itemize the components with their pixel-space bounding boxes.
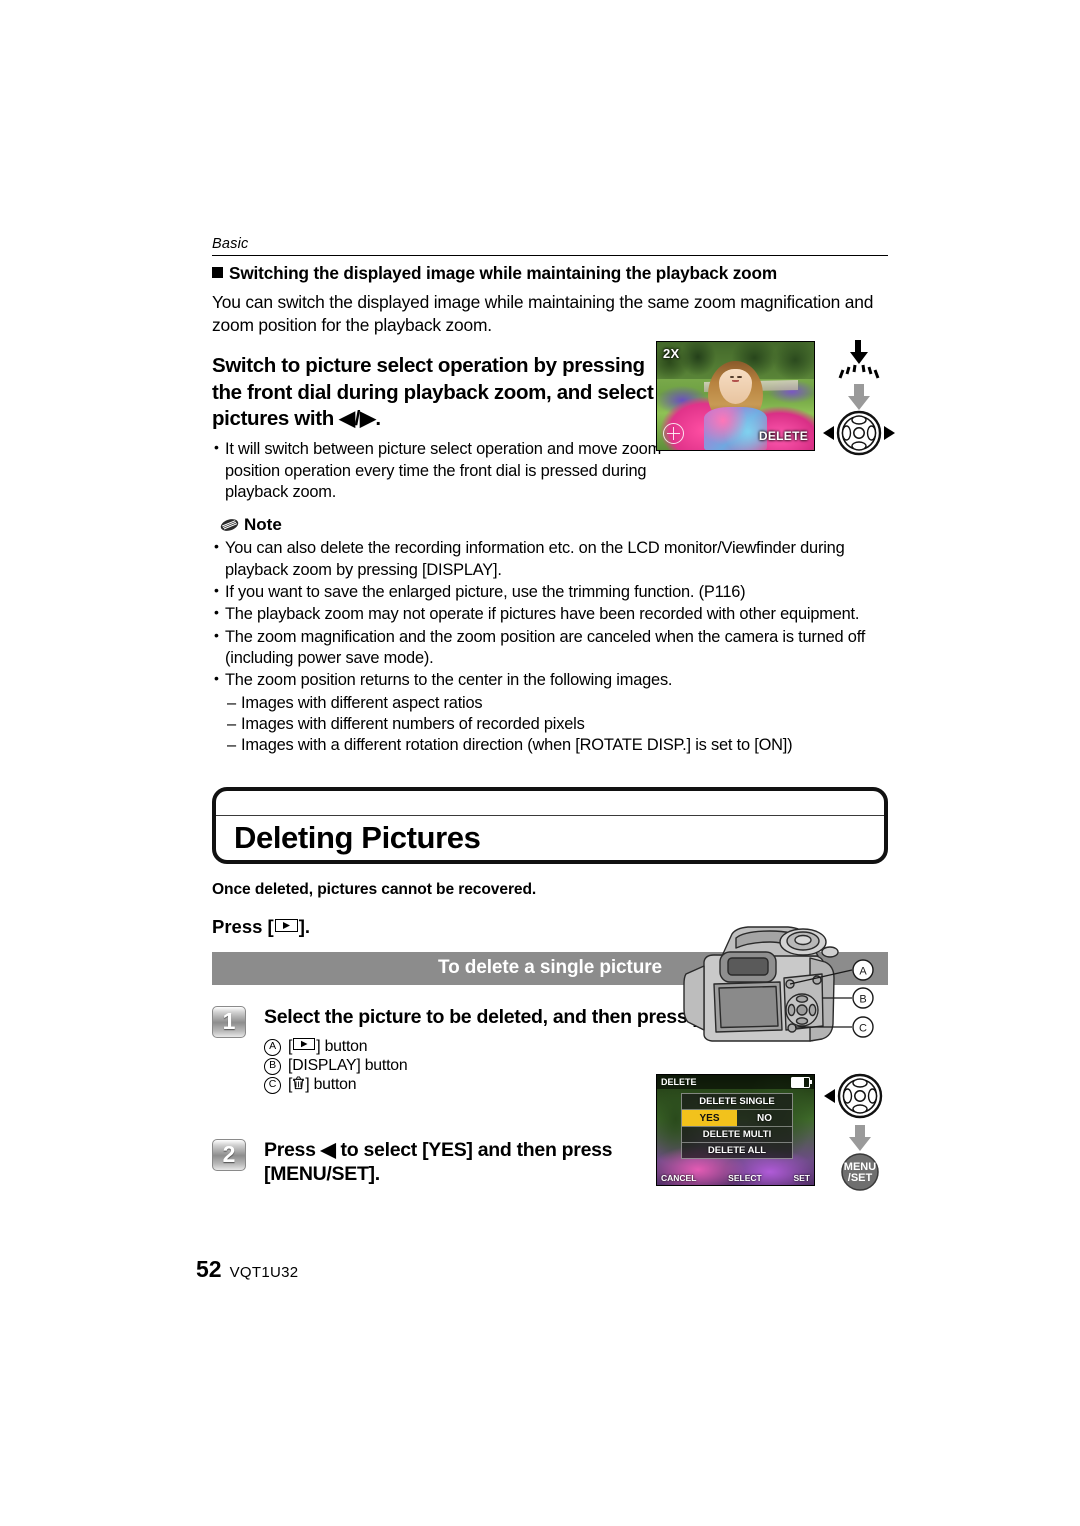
no-option[interactable]: NO	[737, 1110, 792, 1126]
sub-list-item: Images with different aspect ratios	[212, 693, 888, 715]
instruction-bullets: It will switch between picture select op…	[212, 438, 664, 503]
menu-item-delete-all[interactable]: DELETE ALL	[682, 1143, 792, 1158]
step-number: 1	[212, 1005, 246, 1038]
left-triangle-icon	[824, 1089, 835, 1103]
yes-option[interactable]: YES	[682, 1110, 737, 1126]
camera-illustration: A B C	[662, 922, 890, 1050]
step-1-text-a: Select the picture to be deleted, and th…	[264, 1005, 699, 1028]
list-item: If you want to save the enlarged picture…	[212, 581, 888, 603]
step-2-text: Press ◀ to select [YES] and then press […	[264, 1138, 613, 1186]
list-item: The zoom magnification and the zoom posi…	[212, 626, 888, 670]
press-arrow	[850, 340, 868, 364]
cursor-pad-overlay-icon	[663, 423, 684, 444]
warning-text: Once deleted, pictures cannot be recover…	[212, 880, 537, 898]
down-arrow-gray	[848, 384, 870, 410]
callout-label-pre: [	[288, 1037, 293, 1055]
callout-label: [] button	[288, 1075, 357, 1095]
callout-markers: A B C	[852, 959, 874, 1038]
callout-label-post: ] button	[305, 1076, 357, 1094]
svg-text:C: C	[859, 1023, 867, 1035]
callout-marker: A	[264, 1038, 281, 1056]
list-item: You can also delete the recording inform…	[212, 537, 888, 581]
document-code: VQT1U32	[229, 1264, 299, 1281]
sub-list-item: Images with a different rotation directi…	[212, 735, 888, 757]
left-triangle-icon	[823, 426, 834, 440]
title-box-divider	[216, 814, 884, 816]
list-item: The zoom position returns to the center …	[212, 669, 888, 691]
chapter-title-box: Deleting Pictures	[212, 786, 888, 864]
note-list: You can also delete the recording inform…	[212, 537, 888, 757]
svg-text:A: A	[859, 966, 867, 978]
right-triangle-icon	[884, 426, 895, 440]
list-item: The playback zoom may not operate if pic…	[212, 603, 888, 625]
delete-menu-screenshot: DELETE DELETE SINGLE YES NO DELETE MULTI…	[656, 1074, 815, 1186]
callout-label: [DISPLAY] button	[288, 1057, 408, 1075]
menu-set-button: MENU /SET	[841, 1153, 879, 1191]
cursor-pad	[836, 410, 882, 456]
press-suffix: ].	[298, 915, 311, 937]
note-label: Note	[244, 515, 282, 535]
eye-right	[737, 376, 742, 379]
press-prefix: Press [	[212, 915, 274, 937]
trash-icon	[292, 1076, 305, 1094]
section-heading-text: Switching the displayed image while main…	[229, 263, 777, 283]
svg-text:/SET: /SET	[848, 1172, 873, 1184]
battery-icon	[791, 1076, 812, 1088]
callout-label-post: ] button	[316, 1037, 368, 1055]
lcd-bottom-bar: CANCEL SELECT SET	[657, 1171, 814, 1185]
playback-zoom-photo: 2X DELETE	[656, 341, 815, 451]
zoom-magnification-label: 2X	[663, 346, 680, 361]
set-hint: SET	[793, 1173, 810, 1183]
page-footer: 52 VQT1U32	[196, 1256, 298, 1283]
running-head: Basic	[212, 236, 249, 252]
delete-menu-panel: DELETE SINGLE YES NO DELETE MULTI DELETE…	[681, 1093, 793, 1159]
playback-icon	[293, 1037, 316, 1050]
svg-text:B: B	[859, 994, 866, 1006]
section-heading: Switching the displayed image while main…	[212, 263, 888, 285]
lcd-top-bar: DELETE	[657, 1075, 814, 1089]
mouth	[732, 380, 740, 382]
instruction-heading: Switch to picture select operation by pr…	[212, 353, 654, 431]
select-hint: SELECT	[728, 1173, 762, 1183]
manual-page: Basic Switching the displayed image whil…	[0, 0, 1080, 1526]
list-item: It will switch between picture select op…	[212, 438, 664, 503]
menu-set-icon-group: MENU /SET	[818, 1070, 898, 1192]
sub-list-item: Images with different numbers of recorde…	[212, 714, 888, 736]
note-heading: Note	[220, 515, 888, 535]
menu-item-delete-multi[interactable]: DELETE MULTI	[682, 1127, 792, 1143]
eye-left	[729, 376, 735, 379]
step-number: 2	[212, 1138, 246, 1171]
page-number: 52	[196, 1256, 222, 1282]
down-arrow-gray	[849, 1125, 871, 1151]
lcd-title: DELETE	[661, 1077, 697, 1087]
pencil-icon	[220, 517, 239, 533]
page-title: Deleting Pictures	[234, 819, 481, 855]
delete-overlay-label: DELETE	[758, 429, 808, 443]
playback-icon	[274, 918, 298, 932]
callout-marker: C	[264, 1077, 281, 1095]
torso	[703, 407, 768, 450]
square-bullet-icon	[212, 267, 223, 278]
menu-item-delete-single[interactable]: DELETE SINGLE	[682, 1094, 792, 1110]
callout-label: [ ] button	[288, 1037, 368, 1056]
header-rule	[212, 255, 888, 256]
cancel-hint: CANCEL	[661, 1173, 697, 1183]
front-dial-press-icon-group	[820, 338, 898, 456]
yes-no-row: YES NO	[682, 1110, 792, 1127]
callout-b: B [DISPLAY] button	[264, 1056, 888, 1076]
callout-marker: B	[264, 1058, 281, 1076]
section-intro: You can switch the displayed image while…	[212, 291, 874, 335]
cursor-pad	[837, 1073, 883, 1119]
